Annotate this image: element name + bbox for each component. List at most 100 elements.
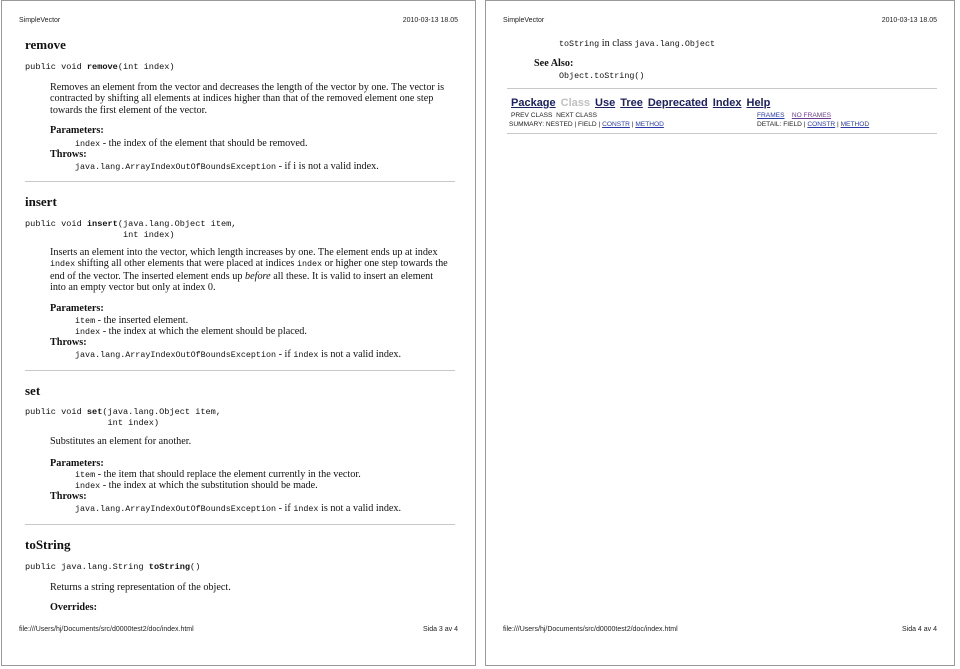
- exception-code: index: [293, 350, 319, 360]
- nav-index-link[interactable]: Index: [713, 97, 742, 109]
- method-description-set: Substitutes an element for another.: [50, 436, 192, 447]
- overrides-label: Overrides:: [50, 602, 97, 613]
- exception-text: - if: [276, 503, 294, 514]
- signature-line-2: int index): [25, 230, 175, 240]
- separator-rule: [25, 524, 455, 525]
- signature-line-2: int index): [25, 418, 160, 428]
- parameters-label: Parameters:: [50, 303, 104, 314]
- throws-exception: java.lang.ArrayIndexOutOfBoundsException…: [75, 349, 401, 360]
- parameter-index: index - the index at which the element s…: [75, 326, 307, 337]
- method-signature-set: public void set(java.lang.Object item, i…: [25, 407, 221, 429]
- throws-label: Throws:: [50, 337, 87, 348]
- method-signature-remove: public void remove(int index): [25, 62, 175, 73]
- desc-emphasis: before: [245, 270, 271, 282]
- parameter-name: index: [75, 327, 101, 337]
- signature-suffix: (): [190, 562, 201, 572]
- detail-nav: DETAIL: FIELD | CONSTR | METHOD: [757, 121, 869, 128]
- parameter-index: index - the index of the element that sh…: [75, 138, 308, 149]
- signature-method-name: toString: [148, 562, 191, 572]
- class-nav: PREV CLASS NEXT CLASS: [511, 112, 597, 119]
- summary-label: SUMMARY: NESTED | FIELD |: [509, 121, 603, 128]
- overridden-method: toString: [559, 39, 600, 49]
- frames-nav: FRAMES NO FRAMES: [757, 112, 831, 119]
- parameter-text: - the inserted element.: [95, 315, 189, 326]
- parameter-item: item - the item that should replace the …: [75, 469, 361, 480]
- see-also-reference[interactable]: Object.toString(): [559, 71, 644, 81]
- see-also-label: See Also:: [534, 58, 574, 69]
- method-description-insert: Inserts an element into the vector, whic…: [50, 247, 450, 294]
- method-description-tostring: Returns a string representation of the o…: [50, 582, 231, 593]
- page-header-timestamp: 2010-03-13 18.05: [402, 17, 458, 24]
- separator-rule: [25, 181, 455, 182]
- parameter-name: index: [75, 139, 101, 149]
- summary-constr-link[interactable]: CONSTR: [602, 121, 630, 128]
- nav-use-link[interactable]: Use: [595, 97, 615, 109]
- throws-exception: java.lang.ArrayIndexOutOfBoundsException…: [75, 161, 379, 172]
- signature-prefix: public void: [25, 62, 87, 72]
- method-heading-insert: insert: [25, 194, 57, 209]
- prev-class-label: PREV CLASS: [511, 112, 553, 119]
- method-description-remove: Removes an element from the vector and d…: [50, 82, 445, 116]
- exception-name: java.lang.ArrayIndexOutOfBoundsException: [75, 504, 277, 514]
- method-heading-tostring: toString: [25, 537, 71, 552]
- method-signature-insert: public void insert(java.lang.Object item…: [25, 219, 236, 241]
- no-frames-link[interactable]: NO FRAMES: [792, 112, 831, 119]
- exception-text: - if i is not a valid index.: [276, 161, 379, 172]
- method-heading-remove: remove: [25, 37, 66, 52]
- parameter-index: index - the index at which the substitut…: [75, 480, 318, 491]
- parameters-label: Parameters:: [50, 125, 104, 136]
- throws-label: Throws:: [50, 149, 87, 160]
- page-footer-url: file:///Users/hj/Documents/src/d0000test…: [19, 626, 194, 633]
- nav-class-current: Class: [560, 97, 591, 109]
- next-class-label: NEXT CLASS: [556, 112, 598, 119]
- see-also-link[interactable]: Object.toString(): [559, 70, 644, 81]
- throws-exception: java.lang.ArrayIndexOutOfBoundsException…: [75, 503, 401, 514]
- navbar-bottom-rule: [507, 133, 937, 134]
- parameter-name: item: [75, 316, 96, 326]
- nav-tree-link[interactable]: Tree: [620, 97, 643, 109]
- parameter-item: item - the inserted element.: [75, 315, 188, 326]
- signature-suffix: (int index): [117, 62, 175, 72]
- nav-deprecated-link[interactable]: Deprecated: [648, 97, 708, 109]
- throws-label: Throws:: [50, 491, 87, 502]
- overrides-text: in class: [599, 38, 635, 49]
- exception-text: is not a valid index.: [318, 349, 402, 360]
- page-footer-url: file:///Users/hj/Documents/src/d0000test…: [503, 626, 678, 633]
- parameter-name: index: [75, 481, 101, 491]
- nav-package-link[interactable]: Package: [511, 97, 556, 109]
- overrides-detail: toString in class java.lang.Object: [559, 38, 715, 49]
- detail-constr-link[interactable]: CONSTR: [807, 121, 835, 128]
- signature-suffix: (java.lang.Object item,: [102, 407, 221, 417]
- parameter-text: - the index of the element that should b…: [100, 138, 308, 149]
- desc-code: index: [50, 259, 76, 270]
- navbar-top-rule: [507, 88, 937, 89]
- detail-label: DETAIL: FIELD |: [757, 121, 808, 128]
- desc-code: index: [296, 259, 323, 270]
- desc-text: Inserts an element into the vector, whic…: [50, 247, 438, 258]
- nav-help-link[interactable]: Help: [747, 97, 771, 109]
- page-footer-page-number: Sida 4 av 4: [901, 626, 937, 633]
- parameter-text: - the index at which the element should …: [100, 326, 307, 337]
- detail-method-link[interactable]: METHOD: [841, 121, 870, 128]
- desc-text: shifting all other elements that were pl…: [75, 258, 297, 270]
- exception-code: index: [293, 504, 319, 514]
- frames-link[interactable]: FRAMES: [757, 112, 784, 119]
- exception-name: java.lang.ArrayIndexOutOfBoundsException: [75, 162, 277, 172]
- page-header-timestamp: 2010-03-13 18.05: [881, 17, 937, 24]
- summary-nav: SUMMARY: NESTED | FIELD | CONSTR | METHO…: [509, 121, 664, 128]
- signature-prefix: public java.lang.String: [25, 562, 149, 572]
- signature-prefix: public void: [25, 219, 87, 229]
- document-page-4: SimpleVector 2010-03-13 18.05 toString i…: [485, 0, 955, 666]
- signature-method-name: remove: [86, 62, 118, 72]
- parameters-label: Parameters:: [50, 458, 104, 469]
- page-header-title: SimpleVector: [19, 17, 61, 24]
- exception-name: java.lang.ArrayIndexOutOfBoundsException: [75, 350, 277, 360]
- page-footer-page-number: Sida 3 av 4: [422, 626, 458, 633]
- signature-suffix: (java.lang.Object item,: [117, 219, 237, 229]
- method-signature-tostring: public java.lang.String toString(): [25, 562, 200, 573]
- document-page-3: SimpleVector 2010-03-13 18.05 remove pub…: [1, 0, 476, 666]
- method-heading-set: set: [25, 383, 41, 398]
- summary-method-link[interactable]: METHOD: [635, 121, 664, 128]
- signature-method-name: set: [86, 407, 103, 417]
- parameter-text: - the item that should replace the eleme…: [95, 469, 361, 480]
